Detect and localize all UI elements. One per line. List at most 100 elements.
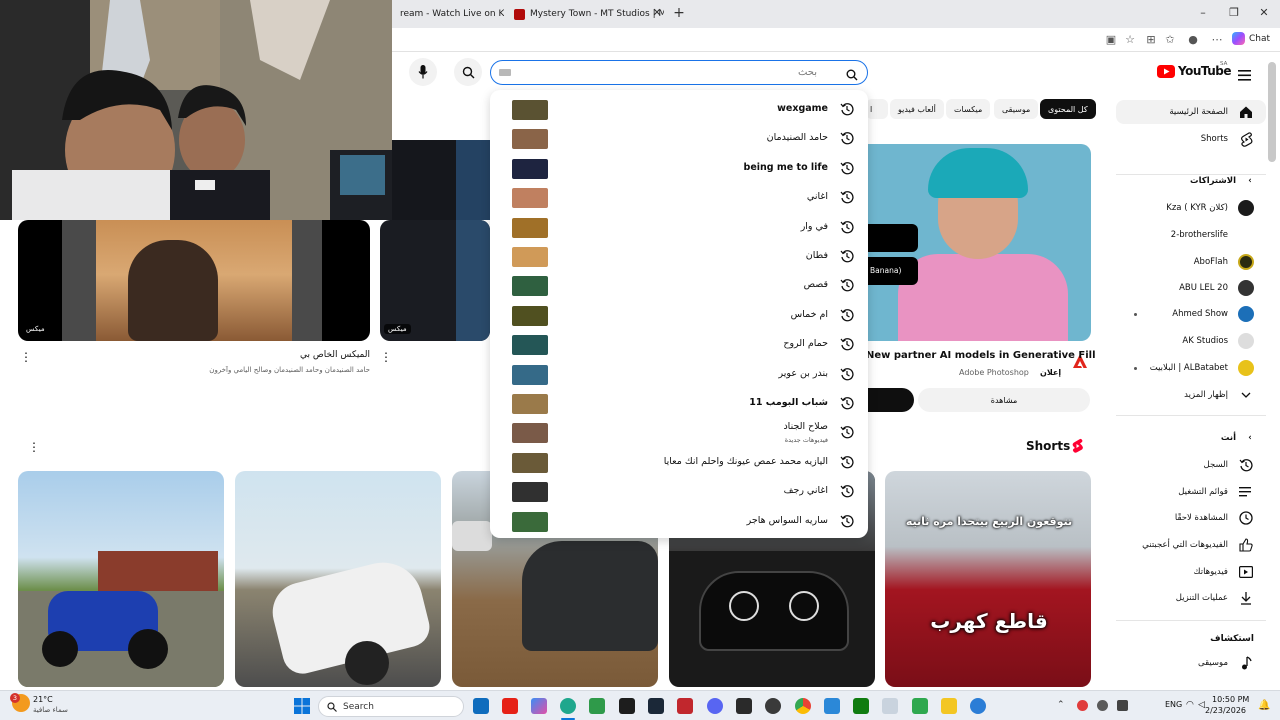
short-thumbnail-5[interactable]: تتوقعون الربيع بيتحدا مره ثانيه قاطع كهر…: [885, 471, 1091, 687]
you-header[interactable]: أنت ‹: [1116, 426, 1266, 450]
file-explorer-icon[interactable]: [882, 698, 898, 714]
search-suggestion[interactable]: شباب البومب 11: [490, 387, 868, 416]
sidebar-channel-akstudios[interactable]: AK Studios: [1116, 329, 1266, 353]
chip-mixes[interactable]: ميكسات: [946, 99, 991, 119]
sidebar-item-playlists[interactable]: قوائم التشغيل: [1116, 480, 1266, 504]
sidebar-channel-aboflah[interactable]: AboFlah: [1116, 250, 1266, 274]
language-indicator[interactable]: ENG: [1165, 700, 1182, 709]
favorites-icon[interactable]: ✩: [1163, 33, 1177, 47]
ad-advertiser[interactable]: Adobe Photoshop: [959, 368, 1029, 377]
youtube-app-icon[interactable]: [502, 698, 518, 714]
more-menu-icon[interactable]: ⋯: [1210, 33, 1224, 47]
search-suggestion[interactable]: wexgame: [490, 93, 868, 122]
chrome-icon[interactable]: [795, 698, 811, 714]
shorts-menu-icon[interactable]: ⋮: [28, 440, 40, 454]
sidebar-item-downloads[interactable]: عمليات التنزيل: [1116, 586, 1266, 610]
short-thumbnail-1[interactable]: [18, 471, 224, 687]
ad-watch-button[interactable]: مشاهدة: [918, 388, 1090, 412]
sidebar-channel-kza[interactable]: Kza ( KYR كلان): [1116, 196, 1266, 220]
obs-icon[interactable]: [765, 698, 781, 714]
weather-desc[interactable]: سماء صافية: [33, 706, 68, 714]
app-icon[interactable]: [824, 698, 840, 714]
discord-icon[interactable]: [707, 698, 723, 714]
app-icon[interactable]: ▣: [1104, 33, 1118, 47]
taskbar-search[interactable]: Search: [318, 696, 464, 717]
search-button[interactable]: [454, 58, 482, 86]
tab-kick[interactable]: ream - Watch Live on Kick: [392, 2, 504, 26]
favorite-star-icon[interactable]: ☆: [1123, 33, 1137, 47]
tray-icon[interactable]: [1077, 700, 1088, 711]
video-menu-icon[interactable]: ⋮: [20, 350, 32, 364]
tray-icon[interactable]: [1117, 700, 1128, 711]
search-suggestion[interactable]: فطان: [490, 240, 868, 269]
search-suggestion[interactable]: اغاني رجف: [490, 475, 868, 504]
steam-icon[interactable]: [648, 698, 664, 714]
notifications-icon[interactable]: 🔔: [1258, 700, 1270, 711]
video-thumbnail-1[interactable]: ميكس: [18, 220, 370, 341]
sidebar-item-music[interactable]: موسيقى: [1116, 651, 1266, 675]
close-tab-icon[interactable]: ✕: [650, 6, 664, 20]
volume-icon[interactable]: ◁: [1198, 700, 1205, 710]
search-box[interactable]: [490, 60, 868, 85]
chip-music[interactable]: موسيقى: [994, 99, 1039, 119]
hamburger-menu-icon[interactable]: [1238, 66, 1251, 85]
tray-icon[interactable]: [1097, 700, 1108, 711]
app-icon[interactable]: [941, 698, 957, 714]
outlook-icon[interactable]: [473, 698, 489, 714]
sidebar-channel-ahmedshow[interactable]: Ahmed Show: [1116, 302, 1266, 326]
sidebar-item-home[interactable]: الصفحة الرئيسية: [1116, 100, 1266, 124]
xbox-icon[interactable]: [853, 698, 869, 714]
copilot-app-icon[interactable]: [531, 698, 547, 714]
search-suggestion[interactable]: حمام الروح: [490, 328, 868, 357]
chip-all[interactable]: كل المحتوى: [1040, 99, 1096, 119]
wifi-icon[interactable]: ◠: [1186, 700, 1194, 710]
terminal-icon[interactable]: [619, 698, 635, 714]
sidebar-item-history[interactable]: السجل: [1116, 453, 1266, 477]
sidebar-item-liked[interactable]: الفيديوهات التي أعجبتني: [1116, 533, 1266, 557]
minimize-icon[interactable]: –: [1196, 6, 1210, 20]
search-suggestion[interactable]: بندر بن عوير: [490, 358, 868, 387]
sidebar-item-shorts[interactable]: Shorts: [1116, 127, 1266, 151]
tab-mystery-town[interactable]: Mystery Town - MT Studios | MTRP: [506, 2, 664, 26]
search-icon[interactable]: [846, 66, 858, 85]
keyboard-icon[interactable]: [499, 69, 511, 76]
sidebar-channel-abulel20[interactable]: ABU LEL 20: [1116, 276, 1266, 300]
close-window-icon[interactable]: ✕: [1257, 6, 1271, 20]
ad-primary-button[interactable]: [868, 388, 914, 412]
app-icon[interactable]: [912, 698, 928, 714]
search-suggestion[interactable]: اليازيه محمد عمص عيونك واحلم انك معايا: [490, 446, 868, 475]
ad-title[interactable]: New partner AI models in Generative Fill: [866, 350, 1096, 361]
store-icon[interactable]: [589, 698, 605, 714]
sidebar-item-your-videos[interactable]: فيديوهاتك: [1116, 560, 1266, 584]
video-title[interactable]: الميكس الخاص بي: [200, 350, 370, 360]
video-channels[interactable]: حامد الصنيدمان وحامد الصنيدمان وصالح الي…: [150, 366, 370, 374]
search-suggestion[interactable]: حامد الصنيدمان: [490, 122, 868, 151]
search-suggestion[interactable]: صلاح الجناد فيديوهات جديدة: [490, 416, 868, 445]
clock-time[interactable]: 10:50 PM: [1212, 695, 1249, 704]
search-suggestion[interactable]: قصص: [490, 269, 868, 298]
windows-start-icon[interactable]: [294, 698, 310, 718]
chip-more[interactable]: ا: [866, 99, 888, 119]
youtube-logo[interactable]: YouTube SA: [1157, 61, 1232, 78]
search-suggestion[interactable]: ام خماس: [490, 299, 868, 328]
search-suggestion[interactable]: في وار: [490, 211, 868, 240]
subscriptions-header[interactable]: الاشتراكات ‹: [1116, 169, 1266, 193]
adobe-app-icon[interactable]: [677, 698, 693, 714]
sidebar-scrollbar[interactable]: [1268, 62, 1276, 162]
epic-games-icon[interactable]: [736, 698, 752, 714]
sidebar-channel-2brotherslife[interactable]: 2-brotherslife: [1116, 223, 1266, 247]
app-icon[interactable]: [970, 698, 986, 714]
chevron-up-icon[interactable]: ⌃: [1057, 700, 1065, 710]
new-tab-icon[interactable]: +: [672, 6, 686, 20]
search-suggestion[interactable]: ساريه السواس هاجر: [490, 505, 868, 534]
maximize-icon[interactable]: ❐: [1227, 6, 1241, 20]
edge-icon[interactable]: [560, 698, 576, 714]
voice-search-button[interactable]: [409, 58, 437, 86]
puzzle-icon[interactable]: ⊞: [1144, 33, 1158, 47]
chip-video-games[interactable]: ألعاب فيديو: [890, 99, 944, 119]
search-suggestion[interactable]: being me to life: [490, 152, 868, 181]
short-thumbnail-2[interactable]: [235, 471, 441, 687]
clock-date[interactable]: 2/23/2026: [1205, 706, 1246, 715]
search-input[interactable]: [517, 64, 817, 81]
video-menu-icon[interactable]: ⋮: [380, 350, 392, 364]
